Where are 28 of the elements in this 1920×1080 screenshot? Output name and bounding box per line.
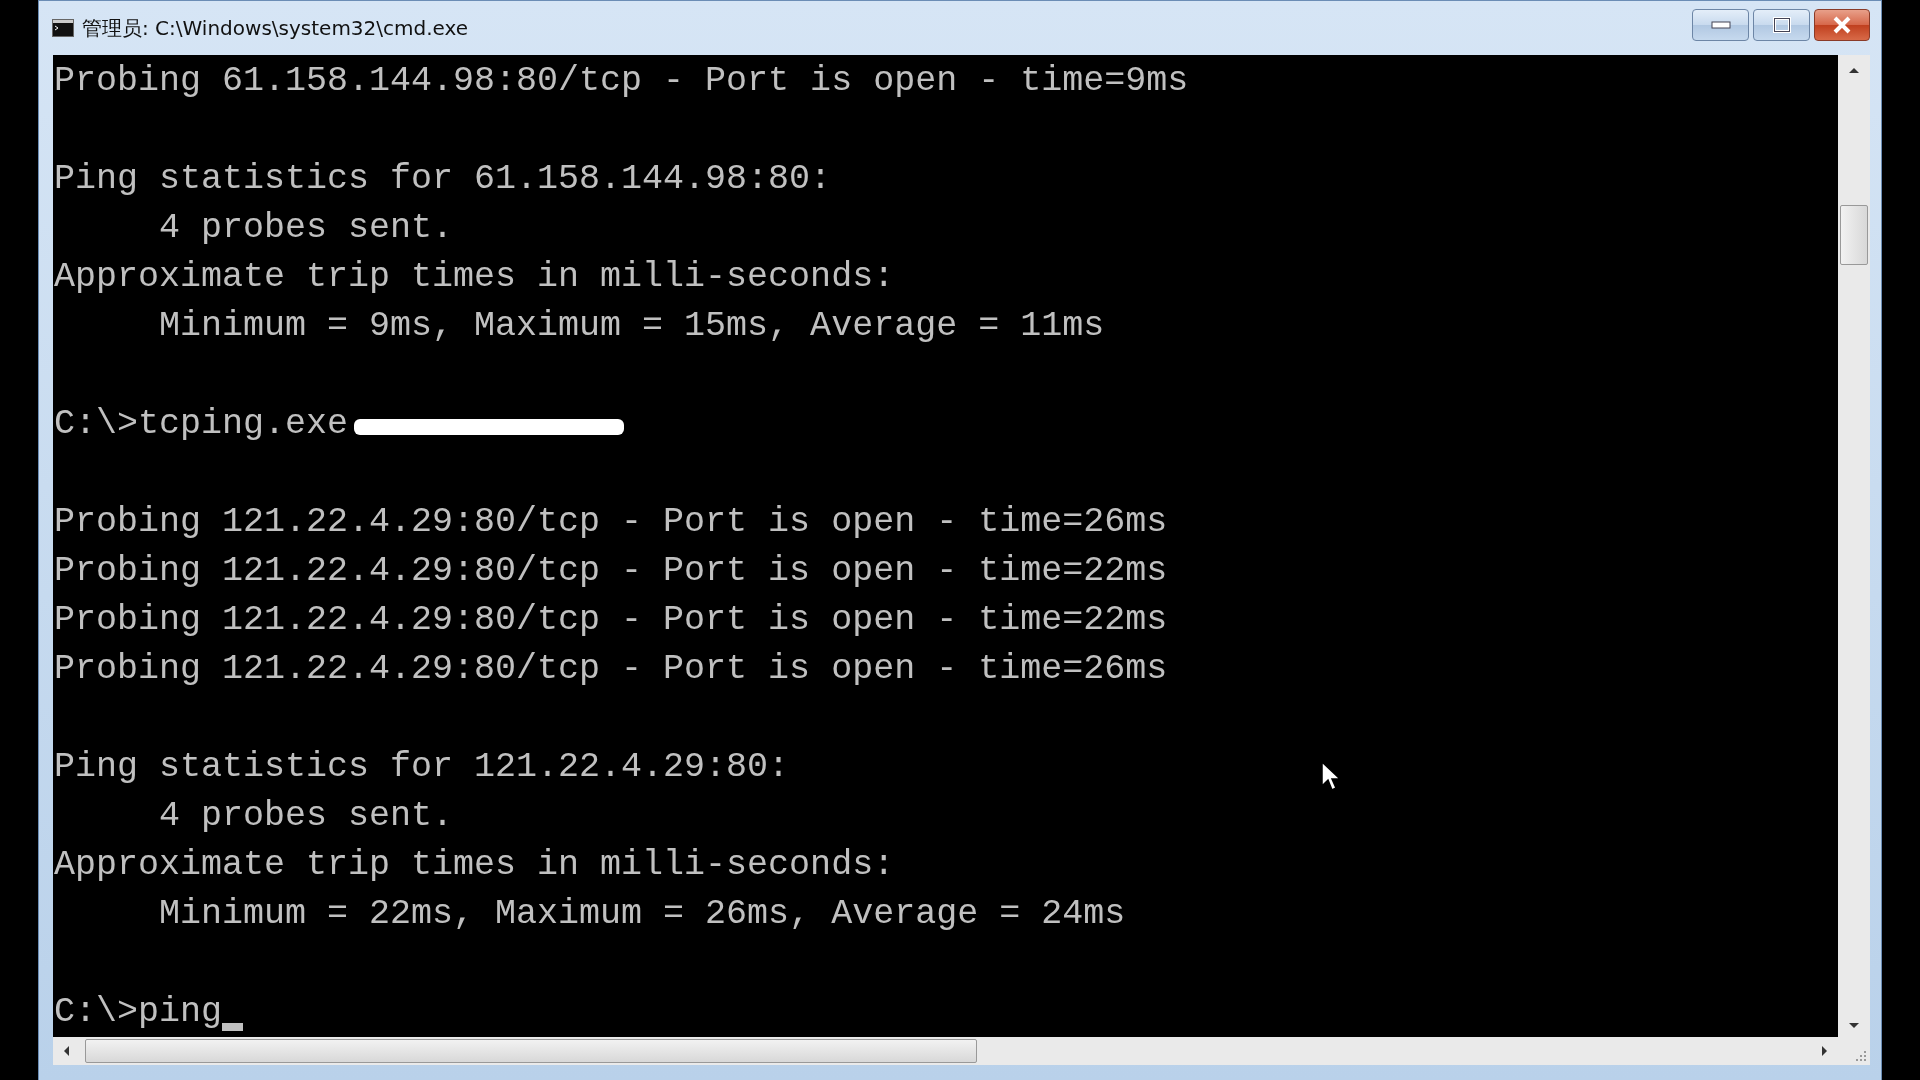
terminal-icon	[52, 19, 74, 37]
scroll-up-icon	[1847, 65, 1861, 75]
maximize-icon	[1772, 17, 1791, 33]
minimize-button[interactable]	[1692, 9, 1749, 41]
console-line: Ping statistics for 121.22.4.29:80:	[54, 746, 790, 789]
console-line: Probing 121.22.4.29:80/tcp - Port is open - time=26ms	[54, 501, 1168, 544]
console-line: Approximate trip times in milli-seconds:	[54, 256, 895, 299]
minimize-icon	[1710, 21, 1731, 29]
close-icon	[1832, 16, 1852, 34]
console-line: 4 probes sent.	[158, 795, 454, 838]
console-line: Minimum = 9ms, Maximum = 15ms, Average = 11ms	[158, 305, 1105, 348]
close-button[interactable]	[1814, 9, 1870, 41]
command-prompt: C:\>ping	[54, 991, 223, 1034]
console-line: Ping statistics for 61.158.144.98:80:	[54, 158, 832, 201]
maximize-button[interactable]	[1753, 9, 1810, 41]
text-cursor	[222, 1023, 244, 1031]
scroll-down-icon	[1847, 1021, 1861, 1031]
console-line: Approximate trip times in milli-seconds:	[54, 844, 895, 887]
resize-grip-icon	[1855, 1050, 1867, 1062]
command-line: C:\>tcping.exe	[54, 403, 349, 446]
console-line: Probing 61.158.144.98:80/tcp - Port is open - time=9ms	[54, 60, 1189, 103]
console-line: Probing 121.22.4.29:80/tcp - Port is open - time=26ms	[54, 648, 1168, 691]
window-title: 管理员: C:\Windows\system32\cmd.exe	[82, 14, 469, 42]
console-line: 4 probes sent.	[158, 207, 454, 250]
scroll-right-icon	[1820, 1044, 1830, 1058]
console-line: Probing 121.22.4.29:80/tcp - Port is open - time=22ms	[54, 599, 1168, 642]
console-line: Probing 121.22.4.29:80/tcp - Port is open - time=22ms	[54, 550, 1168, 593]
console-line: Minimum = 22ms, Maximum = 26ms, Average = 24ms	[158, 893, 1126, 936]
